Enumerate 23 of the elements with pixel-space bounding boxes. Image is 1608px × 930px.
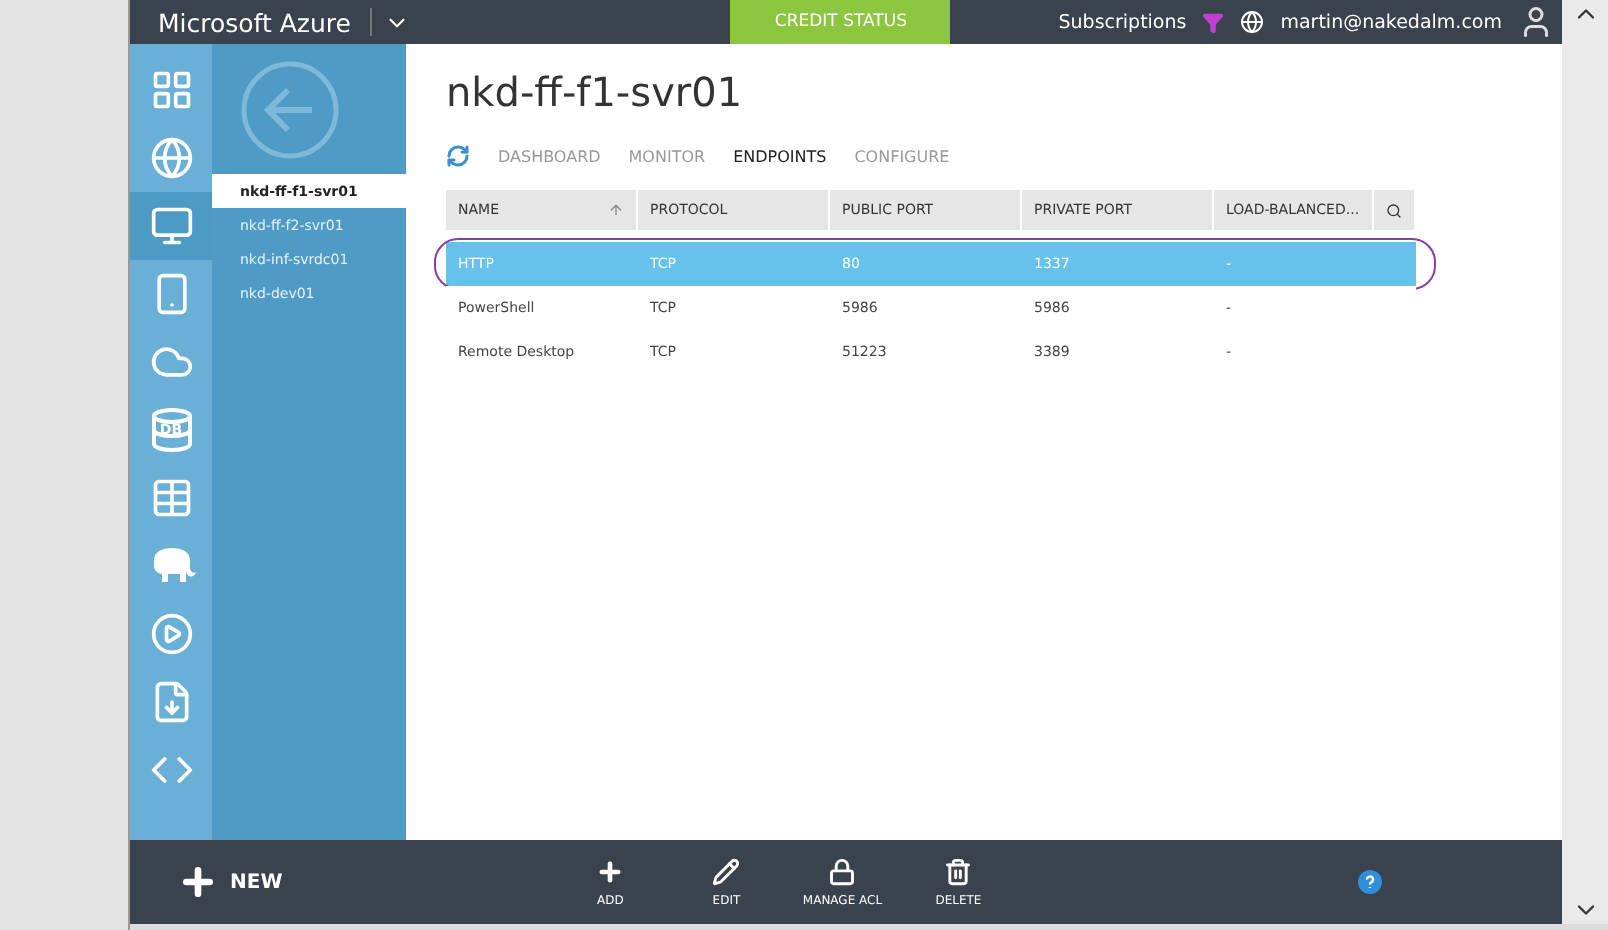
plus-icon — [178, 862, 218, 902]
table-icon[interactable] — [149, 476, 193, 520]
pencil-icon — [712, 857, 741, 885]
grid-icon[interactable] — [149, 68, 193, 112]
brand-title: Microsoft Azure — [156, 7, 353, 37]
monitor-icon[interactable] — [149, 204, 193, 248]
globe-icon[interactable] — [1240, 10, 1265, 34]
tab[interactable]: ENDPOINTS — [733, 147, 827, 165]
help-icon[interactable] — [1358, 870, 1382, 894]
refresh-icon[interactable] — [446, 144, 470, 168]
subscriptions-link[interactable]: Subscriptions — [1058, 11, 1187, 33]
play-icon[interactable] — [149, 612, 193, 656]
user-email[interactable]: martin@nakedalm.com — [1280, 11, 1502, 33]
lock-icon — [828, 857, 857, 885]
trash-icon — [944, 857, 973, 885]
rail-item[interactable] — [130, 192, 212, 260]
page-title: nkd-ff-f1-svr01 — [446, 68, 745, 120]
avatar-icon[interactable] — [1518, 4, 1554, 40]
plus-icon — [596, 857, 625, 885]
sort-arrow-icon — [608, 202, 624, 218]
filter-icon[interactable] — [1202, 11, 1225, 33]
new-button[interactable]: NEW — [166, 860, 295, 904]
search-icon[interactable] — [1386, 201, 1402, 219]
